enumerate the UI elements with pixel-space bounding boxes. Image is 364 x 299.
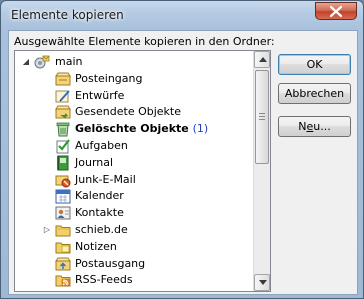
outbox-icon bbox=[55, 256, 71, 272]
dialog-body: Ausgewählte Elemente kopieren in den Ord… bbox=[8, 30, 358, 295]
journal-icon bbox=[55, 155, 71, 171]
window-title: Elemente kopieren bbox=[11, 8, 124, 22]
junk-mail-icon bbox=[55, 172, 71, 188]
folder-item-notizen[interactable]: Notizen bbox=[15, 239, 255, 256]
folder-item-label: Kontakte bbox=[75, 206, 124, 220]
drafts-icon bbox=[55, 88, 71, 104]
scroll-up-button[interactable] bbox=[254, 51, 270, 68]
sent-items-icon bbox=[55, 104, 71, 120]
folder-item-schieb-de[interactable]: ▷ schieb.de bbox=[15, 222, 255, 239]
rss-feeds-icon bbox=[55, 272, 71, 288]
grip-line bbox=[259, 116, 265, 117]
tasks-icon bbox=[55, 138, 71, 154]
tree-root-main[interactable]: ◢ main bbox=[15, 54, 255, 71]
folder-item-label: Posteingang bbox=[75, 71, 143, 85]
folder-item-label: Kalender bbox=[75, 189, 124, 203]
inbox-icon bbox=[55, 71, 71, 87]
folder-item-junk-e-mail[interactable]: Junk-E-Mail bbox=[15, 172, 255, 189]
folder-tree[interactable]: ◢ main Posteingang Entwürfe Gesendete Ob… bbox=[14, 50, 271, 292]
scroll-down-arrow-icon bbox=[259, 280, 267, 285]
folder-icon bbox=[55, 289, 71, 291]
dialog-window: Elemente kopieren Ausgewählte Elemente k… bbox=[0, 0, 364, 299]
notes-icon bbox=[55, 239, 71, 255]
folder-item-label: Aufgaben bbox=[75, 138, 128, 152]
title-bar[interactable]: Elemente kopieren bbox=[1, 1, 363, 31]
folder-item-journal[interactable]: Journal bbox=[15, 155, 255, 172]
grip-line bbox=[259, 119, 265, 120]
grip-line bbox=[259, 113, 265, 114]
vertical-scrollbar[interactable] bbox=[253, 51, 270, 291]
folder-item-label: Notizen bbox=[75, 239, 117, 253]
folder-item-label: RSS-Feeds bbox=[75, 273, 133, 287]
unread-count: (1) bbox=[192, 122, 209, 136]
target-folder-label: Ausgewählte Elemente kopieren in den Ord… bbox=[14, 35, 275, 48]
folder-item-label: Entwürfe bbox=[75, 88, 125, 102]
folder-item-label: Postausgang bbox=[75, 256, 146, 270]
folder-item-geloeschte-objekte[interactable]: Gelöschte Objekte (1) bbox=[15, 121, 255, 138]
deleted-items-icon bbox=[55, 121, 71, 137]
folder-item-postausgang[interactable]: Postausgang bbox=[15, 256, 255, 273]
folder-item-gesendete-objekte[interactable]: Gesendete Objekte bbox=[15, 104, 255, 121]
folder-icon bbox=[55, 222, 71, 238]
folder-item-aufgaben[interactable]: Aufgaben bbox=[15, 138, 255, 155]
folder-item-kontakte[interactable]: Kontakte bbox=[15, 205, 255, 222]
mailbox-icon bbox=[34, 54, 50, 70]
new-folder-button[interactable]: Neu... bbox=[278, 116, 351, 137]
expand-arrow-icon[interactable]: ▷ bbox=[42, 222, 52, 238]
folder-item-label: Journal bbox=[75, 155, 114, 169]
tree-root-label: main bbox=[55, 55, 83, 68]
scroll-down-button[interactable] bbox=[254, 274, 270, 291]
close-icon bbox=[330, 6, 342, 17]
cancel-button[interactable]: Abbrechen bbox=[278, 83, 351, 104]
folder-tree-rows: ◢ main Posteingang Entwürfe Gesendete Ob… bbox=[15, 54, 255, 291]
folder-item-rss-feeds[interactable]: RSS-Feeds bbox=[15, 272, 255, 289]
folder-item-entwuerfe[interactable]: Entwürfe bbox=[15, 88, 255, 105]
folder-item-label: Gesendete Objekte bbox=[75, 105, 182, 119]
contacts-icon bbox=[55, 205, 71, 221]
folder-item-label-bold: Gelöschte Objekte (1) bbox=[75, 121, 208, 137]
folder-item-posteingang[interactable]: Posteingang bbox=[15, 71, 255, 88]
folder-item-partial[interactable] bbox=[15, 289, 255, 291]
folder-item-label: Gelöschte Objekte bbox=[75, 122, 189, 136]
new-button-label-end: u... bbox=[313, 120, 331, 133]
folder-item-kalender[interactable]: Kalender bbox=[15, 188, 255, 205]
collapse-arrow-icon[interactable]: ◢ bbox=[21, 54, 31, 70]
folder-item-label: schieb.de bbox=[75, 222, 128, 236]
ok-button[interactable]: OK bbox=[278, 54, 351, 75]
folder-item-label: Junk-E-Mail bbox=[75, 172, 136, 186]
scroll-up-arrow-icon bbox=[259, 57, 267, 62]
scroll-thumb[interactable] bbox=[255, 70, 269, 164]
close-button[interactable] bbox=[315, 2, 357, 20]
calendar-icon bbox=[55, 188, 71, 204]
